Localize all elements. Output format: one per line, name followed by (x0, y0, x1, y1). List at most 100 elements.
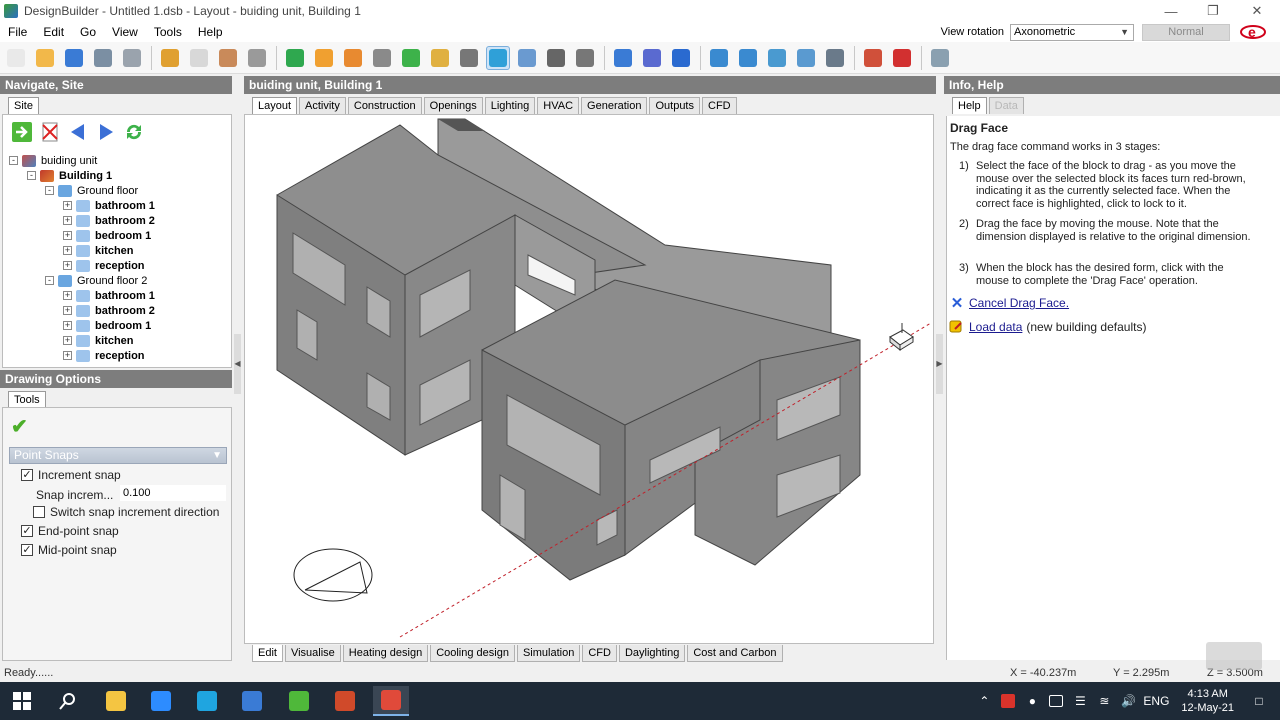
menu-edit[interactable]: Edit (35, 25, 72, 39)
tree-building[interactable]: - Building 1 (27, 168, 112, 183)
minimize-icon[interactable]: — (1150, 0, 1192, 22)
add-cutting-plane-icon[interactable] (399, 46, 423, 70)
expand-node-icon[interactable]: + (63, 336, 72, 345)
tree-floor[interactable]: - Ground floor 2 (45, 273, 147, 288)
tree-zone[interactable]: + reception (63, 348, 145, 363)
refresh-icon[interactable] (123, 121, 145, 143)
tree-zone[interactable]: + kitchen (63, 333, 134, 348)
undo-view-icon[interactable] (669, 46, 693, 70)
tree-zone[interactable]: + bedroom 1 (63, 228, 151, 243)
midpoint-snap-checkbox[interactable]: ✓ (21, 544, 33, 556)
notifications-icon[interactable]: □ (1248, 690, 1270, 712)
expand-node-icon[interactable]: + (63, 351, 72, 360)
expand-node-icon[interactable]: + (63, 246, 72, 255)
expand-node-icon[interactable]: + (63, 261, 72, 270)
edge-icon[interactable] (189, 686, 225, 716)
expand-node-icon[interactable]: + (63, 321, 72, 330)
search-icon[interactable] (50, 686, 86, 716)
delete-icon[interactable] (39, 121, 61, 143)
collapse-node-icon[interactable]: - (45, 276, 54, 285)
increment-snap-checkbox[interactable]: ✓ (21, 469, 33, 481)
block-icon[interactable] (245, 46, 269, 70)
point-snaps-header[interactable]: Point Snaps ▼ (9, 447, 227, 464)
menu-tools[interactable]: Tools (146, 25, 190, 39)
tree-zone[interactable]: + reception (63, 258, 145, 273)
bottom-tab-cost-and-carbon[interactable]: Cost and Carbon (687, 645, 783, 662)
model-viewport[interactable] (244, 114, 934, 644)
tab-site[interactable]: Site (8, 97, 39, 114)
start-icon[interactable] (4, 686, 40, 716)
menu-go[interactable]: Go (72, 25, 104, 39)
zoom-window-icon[interactable] (765, 46, 789, 70)
print-icon[interactable] (91, 46, 115, 70)
endpoint-snap-option[interactable]: ✓ End-point snap (21, 524, 119, 538)
tab-data[interactable]: Data (988, 97, 1024, 114)
go-next-icon[interactable] (11, 121, 33, 143)
tree-zone[interactable]: + bathroom 2 (63, 213, 155, 228)
ruler-icon[interactable] (611, 46, 635, 70)
left-splitter[interactable]: ◀ (233, 94, 242, 660)
bottom-tab-simulation[interactable]: Simulation (516, 645, 581, 662)
bottom-tab-edit[interactable]: Edit (252, 645, 283, 662)
notepad-icon[interactable] (234, 686, 270, 716)
network-icon[interactable]: ☰ (1069, 690, 1091, 712)
building-model[interactable] (245, 115, 934, 644)
drag-face-icon[interactable] (486, 45, 510, 70)
tray-app-icon[interactable] (997, 690, 1019, 712)
tray-record-icon[interactable] (1045, 690, 1067, 712)
expand-node-icon[interactable]: + (63, 291, 72, 300)
tab-tools[interactable]: Tools (8, 391, 46, 408)
tree-zone[interactable]: + bathroom 1 (63, 198, 155, 213)
menu-view[interactable]: View (104, 25, 146, 39)
open-folder-icon[interactable] (33, 46, 57, 70)
select-arrow-icon[interactable] (283, 46, 307, 70)
stretch-icon[interactable] (515, 46, 539, 70)
expand-node-icon[interactable]: + (63, 216, 72, 225)
tab-help[interactable]: Help (952, 97, 987, 114)
pen-icon[interactable] (428, 46, 452, 70)
tree-zone[interactable]: + bathroom 2 (63, 303, 155, 318)
rotate-icon[interactable] (544, 46, 568, 70)
zoom-in-icon[interactable] (707, 46, 731, 70)
bottom-tab-cfd[interactable]: CFD (582, 645, 617, 662)
tab-openings[interactable]: Openings (423, 97, 483, 114)
toggle-icon[interactable] (823, 46, 847, 70)
expand-node-icon[interactable]: + (63, 201, 72, 210)
menu-file[interactable]: File (0, 25, 35, 39)
tree-floor[interactable]: - Ground floor (45, 183, 138, 198)
right-splitter[interactable]: ▶ (935, 94, 944, 660)
snap-increment-input[interactable]: 0.100 (120, 485, 226, 501)
cancel-drag-face-link[interactable]: Cancel Drag Face. (969, 296, 1069, 310)
screencast-icon[interactable] (373, 686, 409, 716)
collapse-icon[interactable]: ▼ (212, 448, 222, 463)
tab-hvac[interactable]: HVAC (537, 97, 580, 114)
midpoint-snap-option[interactable]: ✓ Mid-point snap (21, 543, 117, 557)
microphone-icon[interactable]: ● (1021, 690, 1043, 712)
table-icon[interactable] (861, 46, 885, 70)
tab-outputs[interactable]: Outputs (649, 97, 700, 114)
tab-generation[interactable]: Generation (581, 97, 648, 114)
load-data-link[interactable]: Load data (969, 320, 1022, 334)
tab-activity[interactable]: Activity (299, 97, 346, 114)
add-plane-icon[interactable] (370, 46, 394, 70)
clock[interactable]: 4:13 AM 12-May-21 (1181, 687, 1234, 715)
bottom-tab-cooling-design[interactable]: Cooling design (430, 645, 515, 662)
expand-node-icon[interactable]: + (63, 231, 72, 240)
hand-icon[interactable] (573, 46, 597, 70)
menu-help[interactable]: Help (190, 25, 231, 39)
bottom-tab-visualise[interactable]: Visualise (284, 645, 341, 662)
bottom-tab-daylighting[interactable]: Daylighting (618, 645, 686, 662)
tray-expand-icon[interactable]: ⌃ (973, 690, 995, 712)
tab-construction[interactable]: Construction (347, 97, 422, 114)
layer-icon[interactable] (928, 46, 952, 70)
view-rotation-select[interactable]: Axonometric ▼ (1010, 23, 1134, 41)
collapse-node-icon[interactable]: - (9, 156, 18, 165)
file-explorer-icon[interactable] (98, 686, 134, 716)
measure-icon[interactable] (457, 46, 481, 70)
tree-zone[interactable]: + kitchen (63, 243, 134, 258)
volume-icon[interactable]: 🔊 (1117, 690, 1139, 712)
close-icon[interactable]: ✕ (1236, 0, 1278, 22)
switch-direction-checkbox[interactable] (33, 506, 45, 518)
restore-icon[interactable]: ❐ (1192, 0, 1234, 22)
tree-zone[interactable]: + bathroom 1 (63, 288, 155, 303)
